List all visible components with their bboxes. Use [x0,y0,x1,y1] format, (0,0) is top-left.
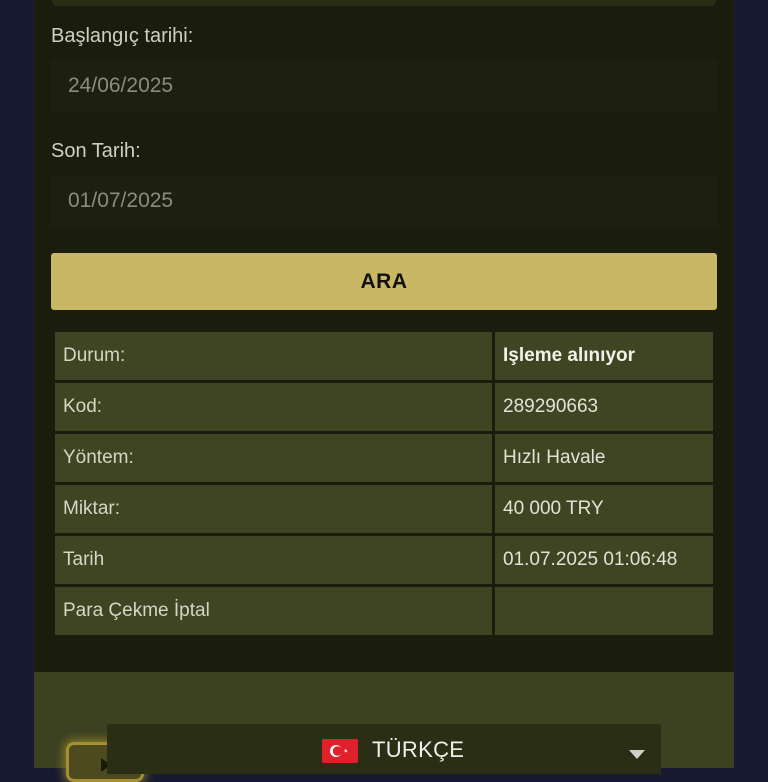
cancel-withdrawal-value[interactable] [495,587,713,635]
search-button[interactable]: ARA [51,253,717,310]
amount-value: 40 000 TRY [495,485,713,533]
withdrawal-history-panel: Başlangıç tarihi: Son Tarih: ARA Durum: … [34,0,734,782]
table-row: Kod: 289290663 [55,383,713,431]
amount-key: Miktar: [55,485,492,533]
date-key: Tarih [55,536,492,584]
table-row: Durum: Işleme alınıyor [55,332,713,380]
status-key: Durum: [55,332,492,380]
transaction-details-table: Durum: Işleme alınıyor Kod: 289290663 Yö… [52,329,716,638]
table-row: Tarih 01.07.2025 01:06:48 [55,536,713,584]
footer: TÜRKÇE [34,672,734,782]
previous-section-edge [52,0,716,6]
cancel-withdrawal-key: Para Çekme İptal [55,587,492,635]
turkey-flag-icon [322,739,358,763]
method-key: Yöntem: [55,434,492,482]
status-value: Işleme alınıyor [495,332,713,380]
end-date-label: Son Tarih: [51,140,141,162]
table-row: Para Çekme İptal [55,587,713,635]
method-value: Hızlı Havale [495,434,713,482]
language-selector[interactable]: TÜRKÇE [107,724,661,774]
language-label: TÜRKÇE [372,737,465,762]
end-date-input[interactable] [51,175,717,227]
start-date-label: Başlangıç tarihi: [51,25,194,47]
code-value: 289290663 [495,383,713,431]
table-row: Miktar: 40 000 TRY [55,485,713,533]
table-row: Yöntem: Hızlı Havale [55,434,713,482]
start-date-input[interactable] [51,60,717,112]
code-key: Kod: [55,383,492,431]
chevron-down-icon [629,750,645,759]
date-value: 01.07.2025 01:06:48 [495,536,713,584]
